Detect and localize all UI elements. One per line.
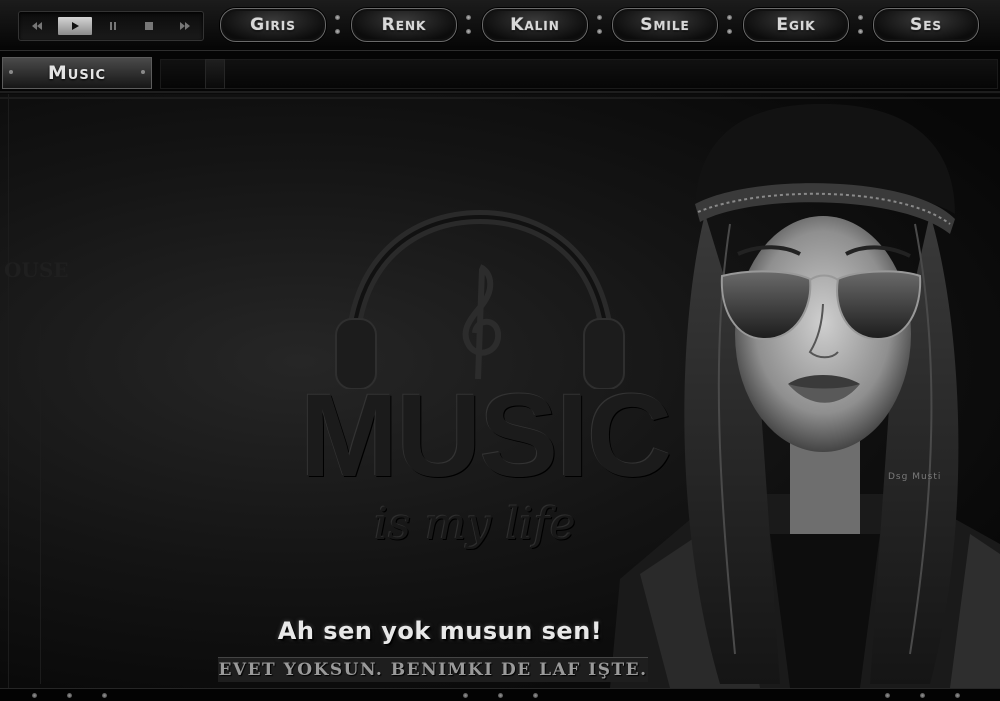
lyric-line-1: Ah sen yok musun sen! (277, 617, 603, 645)
rivet (920, 693, 925, 698)
rivet (885, 693, 890, 698)
play-icon[interactable] (58, 17, 92, 35)
woman-portrait-image (610, 103, 1000, 688)
rivet (858, 15, 863, 20)
artwork-panel: OUSE MUSIC is my life Dsg Musti Ah sen y… (0, 94, 1000, 688)
nav-button-renk[interactable]: Renk (351, 8, 457, 42)
background-word: OUSE (4, 258, 69, 282)
artist-signature: Dsg Musti (888, 472, 942, 482)
nav-button-smile[interactable]: Smile (612, 8, 718, 42)
rivet (466, 29, 471, 34)
top-toolbar: Giris Renk Kalin Smile Egik Ses (0, 0, 1000, 51)
texture-line (8, 94, 9, 688)
bottom-bar (0, 688, 1000, 701)
rivet (141, 70, 145, 74)
tab-music[interactable]: Music (2, 57, 152, 89)
texture-line (40, 324, 41, 684)
rivet (32, 693, 37, 698)
rivet (466, 15, 471, 20)
skip-back-icon[interactable] (22, 17, 52, 35)
rivet (727, 29, 732, 34)
music-logo-tagline: is my life (374, 499, 576, 550)
slot-handle[interactable] (205, 59, 225, 89)
rivet (463, 693, 468, 698)
nav-button-ses[interactable]: Ses (873, 8, 979, 42)
rivet (955, 693, 960, 698)
pause-icon[interactable] (98, 17, 128, 35)
rivet (597, 29, 602, 34)
rivet (858, 29, 863, 34)
lyric-line-2: EVET YOKSUN. BENIMKI DE LAF IŞTE. (218, 657, 648, 682)
media-player-controls (18, 11, 204, 41)
rivet (498, 693, 503, 698)
rivet (9, 70, 13, 74)
content-slot (160, 59, 998, 89)
rivet (727, 15, 732, 20)
headphones-icon (335, 209, 625, 389)
skip-forward-icon[interactable] (170, 17, 200, 35)
rivet (67, 693, 72, 698)
rivet (335, 29, 340, 34)
nav-button-kalin[interactable]: Kalin (482, 8, 588, 42)
rivet (102, 693, 107, 698)
stop-icon[interactable] (134, 17, 164, 35)
nav-button-giris[interactable]: Giris (220, 8, 326, 42)
rivet (597, 15, 602, 20)
rivet (335, 15, 340, 20)
rivet (533, 693, 538, 698)
nav-button-egik[interactable]: Egik (743, 8, 849, 42)
tab-bar: Music (0, 51, 1000, 93)
tab-music-label: Music (47, 62, 107, 84)
